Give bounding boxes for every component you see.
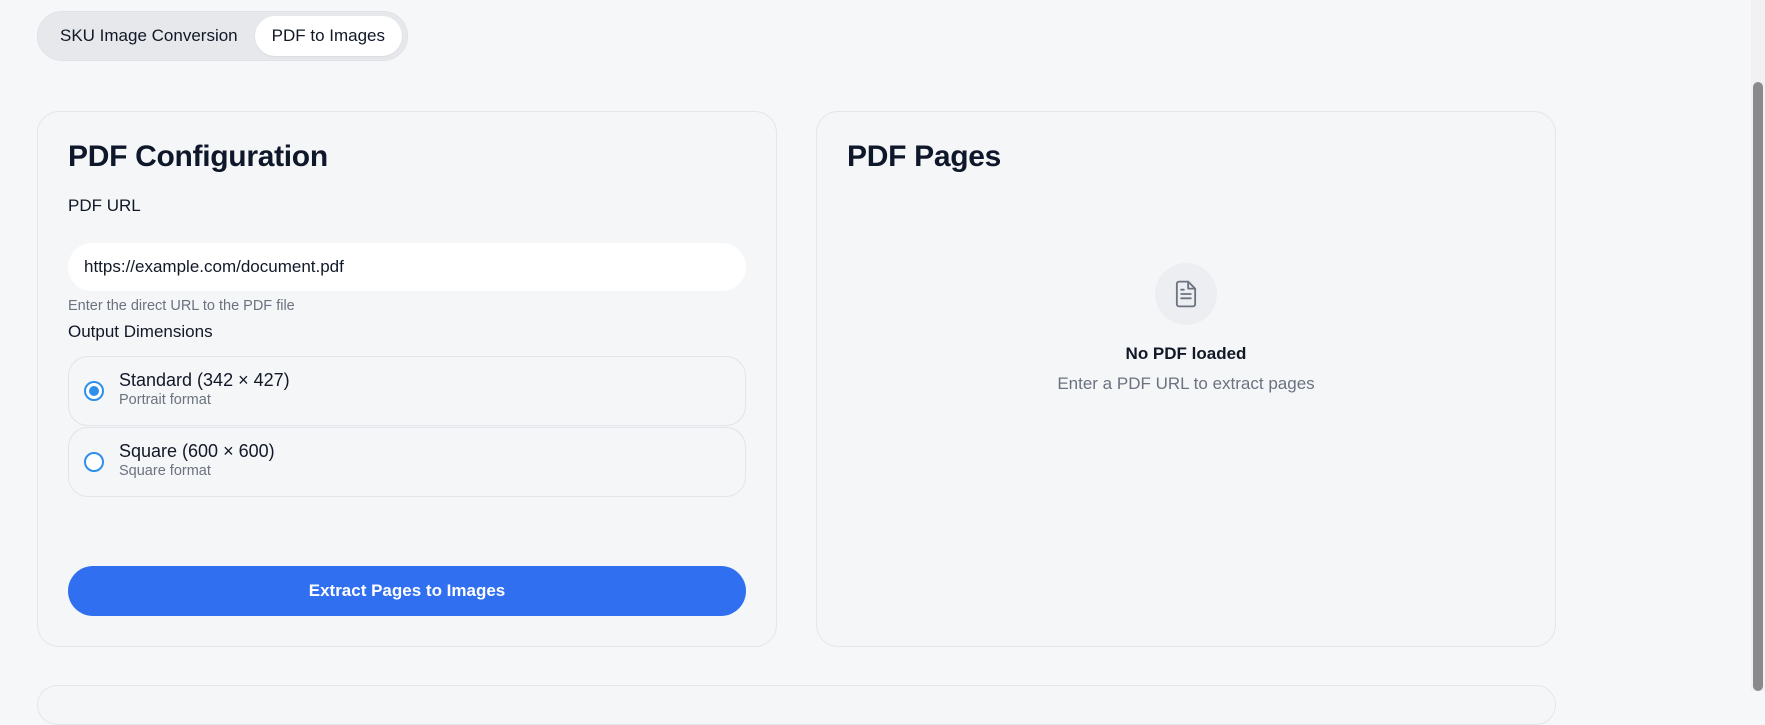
- extract-pages-button[interactable]: Extract Pages to Images: [68, 566, 746, 616]
- option-standard-label: Standard (342 × 427): [119, 370, 290, 390]
- pdf-url-hint: Enter the direct URL to the PDF file: [68, 298, 295, 314]
- scrollbar-thumb[interactable]: [1753, 82, 1763, 691]
- tab-sku-image-conversion[interactable]: SKU Image Conversion: [43, 16, 255, 56]
- next-section-card: [37, 685, 1556, 725]
- option-standard[interactable]: Standard (342 × 427) Portrait format: [68, 356, 746, 426]
- pdf-pages-card: PDF Pages No PDF loaded Enter a PDF URL …: [816, 111, 1556, 647]
- page-scrollbar[interactable]: [1751, 0, 1765, 691]
- radio-square[interactable]: [84, 452, 104, 472]
- pdf-configuration-card: PDF Configuration PDF URL Enter the dire…: [37, 111, 777, 647]
- option-square-description: Square format: [119, 463, 211, 479]
- option-square-label: Square (600 × 600): [119, 441, 275, 461]
- document-icon: [1155, 263, 1217, 325]
- option-square[interactable]: Square (600 × 600) Square format: [68, 427, 746, 497]
- pdf-url-input[interactable]: [68, 243, 746, 291]
- pdf-url-label: PDF URL: [68, 196, 141, 215]
- empty-state-title: No PDF loaded: [1125, 344, 1247, 363]
- option-standard-description: Portrait format: [119, 392, 211, 408]
- empty-state-subtitle: Enter a PDF URL to extract pages: [1057, 374, 1315, 393]
- radio-standard[interactable]: [84, 381, 104, 401]
- output-dimensions-label: Output Dimensions: [68, 322, 213, 341]
- pdf-pages-title: PDF Pages: [847, 140, 1002, 173]
- mode-tabs: SKU Image Conversion PDF to Images: [37, 11, 409, 61]
- tab-pdf-to-images[interactable]: PDF to Images: [254, 16, 403, 56]
- pdf-configuration-title: PDF Configuration: [68, 140, 328, 173]
